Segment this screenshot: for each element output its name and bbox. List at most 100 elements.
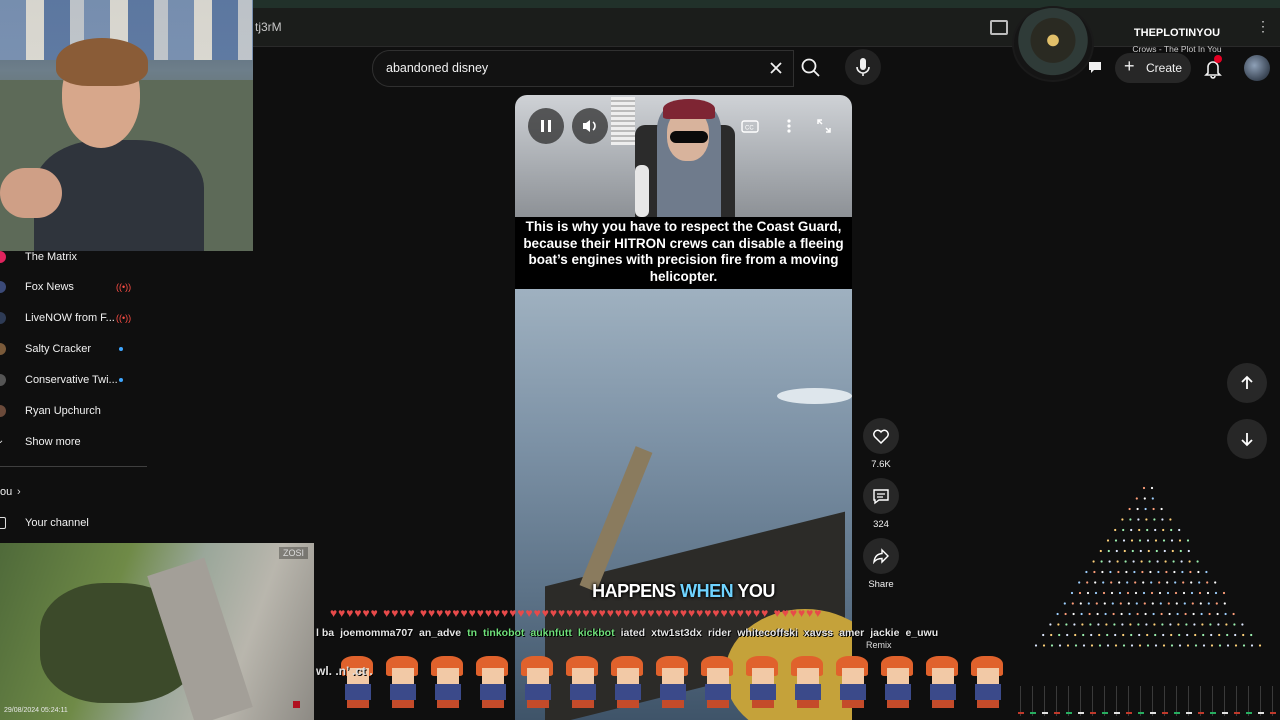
live-icon: ((•)) [116, 313, 132, 323]
url-fragment[interactable]: tj3rM [255, 20, 282, 34]
chat-avatar-sprite [875, 654, 919, 708]
webcam-person-arm [0, 168, 62, 218]
chat-username: l ba [316, 627, 335, 639]
comment-count: 324 [873, 519, 889, 530]
video-streamer-sunglasses [670, 131, 708, 143]
fullscreen-button[interactable] [813, 115, 835, 137]
arrow-up-icon [1241, 375, 1253, 389]
chat-username: iated [620, 627, 646, 639]
sidebar-show-more[interactable]: ⌄ Show more [0, 428, 147, 456]
expand-icon [817, 119, 831, 133]
sidebar-item-label: Salty Cracker [25, 343, 92, 355]
you-section-label: ou [0, 486, 13, 498]
pause-icon [541, 120, 551, 132]
now-playing-artist: THEPLOTINYOU [1133, 27, 1221, 39]
create-label: Create [1146, 61, 1183, 75]
user-avatar[interactable] [1244, 55, 1270, 81]
new-content-dot [119, 347, 123, 351]
video-microphone [635, 165, 649, 217]
new-content-dot [119, 378, 123, 382]
create-button[interactable]: + Create [1115, 53, 1191, 83]
chat-message: wl. .n’ .ct . [316, 664, 373, 678]
chat-avatar-sprite [650, 654, 694, 708]
plus-icon: + [1124, 56, 1135, 76]
chat-avatar-sprite [335, 654, 379, 708]
voice-search-button[interactable] [845, 49, 881, 85]
sidebar-item-livenow[interactable]: LiveNOW from F... ((•)) [0, 304, 147, 332]
security-camera-overlay: ZOSI 29/08/2024 05:24:11 [0, 543, 314, 720]
volume-button[interactable] [572, 108, 608, 144]
your-channel-label: Your channel [25, 517, 89, 529]
cc-icon: CC [741, 119, 759, 133]
heart-icon [873, 429, 889, 444]
clear-search-icon[interactable] [766, 58, 786, 78]
chat-avatar-sprite [470, 654, 514, 708]
sidebar-item-salty-cracker[interactable]: Salty Cracker [0, 335, 147, 363]
video-caption: This is why you have to respect the Coas… [523, 219, 844, 284]
more-options-button[interactable] [778, 115, 800, 137]
chat-username: tinkobot [483, 627, 525, 639]
channel-avatar [0, 251, 6, 263]
chat-avatar-sprite [740, 654, 784, 708]
chat-avatar-sprite [560, 654, 604, 708]
video-subtitle: HAPPENS WHEN YOU [515, 581, 852, 602]
captions-button[interactable]: CC [739, 115, 761, 137]
sidebar-item-fox-news[interactable]: Fox News ((•)) [0, 273, 147, 301]
chat-avatar-sprite [515, 654, 559, 708]
chat-avatar-sprite [965, 654, 1009, 708]
chat-avatar-sprite [380, 654, 424, 708]
sidebar-item-ryan-upchurch[interactable]: Ryan Upchurch [0, 397, 147, 425]
chat-username: rider [707, 627, 732, 639]
channel-avatar [0, 312, 6, 324]
sidebar-item-label: LiveNOW from F... [25, 312, 115, 324]
audio-visualizer [1034, 486, 1262, 647]
share-icon [873, 548, 889, 564]
chat-sprite-row [335, 654, 1015, 710]
share-action[interactable]: Share [862, 538, 900, 590]
chat-avatar-sprite [605, 654, 649, 708]
chat-usernames: l ba joemomma707 an_adve tn tinkobot auknfutt… [316, 627, 1016, 645]
chat-avatar-sprite [785, 654, 829, 708]
search-button[interactable] [791, 50, 831, 85]
chat-username: whitecoffski [737, 627, 798, 639]
sidebar-item-conservative-twins[interactable]: Conservative Twi... [0, 366, 147, 394]
chat-username: tn [467, 627, 477, 639]
chat-username: joemomma707 [340, 627, 414, 639]
search-query-text: abandoned disney [386, 61, 489, 75]
chat-username: kickbot [577, 627, 615, 639]
comment-action[interactable]: 324 [862, 478, 900, 530]
sidebar-item-label: Conservative Twi... [25, 374, 118, 386]
notification-badge [1214, 55, 1222, 63]
channel-avatar [0, 281, 6, 293]
comment-icon [873, 488, 889, 504]
webcam-overlay [0, 0, 253, 251]
chevron-right-icon: › [17, 486, 21, 498]
volume-icon [583, 120, 596, 132]
browser-tab-strip [253, 0, 1280, 8]
chat-username: xtw1st3dx [651, 627, 702, 639]
webcam-person-hair [56, 38, 148, 86]
sidebar-item-label: The Matrix [25, 251, 77, 263]
search-input[interactable]: abandoned disney [372, 50, 794, 87]
sidebar-item-the-matrix[interactable]: The Matrix [0, 243, 147, 271]
like-button[interactable] [863, 418, 899, 454]
cast-icon[interactable] [990, 20, 1008, 35]
chat-username: amer [839, 627, 865, 639]
svg-text:CC: CC [745, 125, 754, 131]
live-icon: ((•)) [116, 282, 132, 292]
sidebar-you-header[interactable]: ou › [0, 478, 147, 506]
subtitle-highlight: WHEN [680, 581, 734, 601]
notifications-button[interactable] [1200, 55, 1226, 81]
equalizer-meter [1018, 686, 1276, 716]
chat-avatar-sprite [920, 654, 964, 708]
previous-video-button[interactable] [1227, 363, 1267, 403]
video-window-blinds [611, 97, 635, 145]
pause-button[interactable] [528, 108, 564, 144]
album-art [1012, 6, 1094, 82]
next-video-button[interactable] [1227, 419, 1267, 459]
comment-button[interactable] [863, 478, 899, 514]
share-button[interactable] [863, 538, 899, 574]
sidebar-item-your-channel[interactable]: Your channel [0, 509, 147, 537]
like-action[interactable]: 7.6K [862, 418, 900, 470]
video-room-scene [515, 95, 852, 217]
